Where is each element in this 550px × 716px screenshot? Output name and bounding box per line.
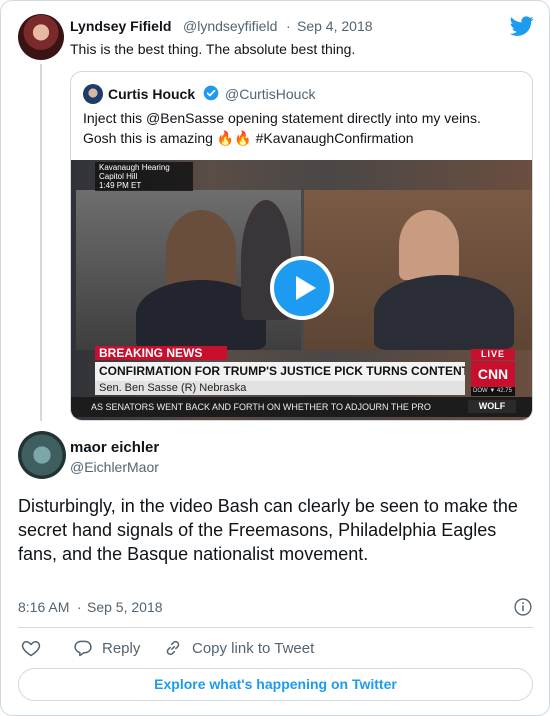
thread-line (40, 64, 42, 421)
quoted-tweet-text-line1: Inject this @BenSasse opening statement … (83, 110, 481, 126)
reply-author-handle[interactable]: @EichlerMaor (70, 459, 159, 475)
tweet-embed-card: Lyndsey Fifield @lyndseyfifield · Sep 4,… (0, 0, 550, 716)
video-name-strip: Sen. Ben Sasse (R) Nebraska (95, 381, 465, 395)
verified-badge-icon (203, 85, 219, 101)
video-hearing-label: Kavanaugh Hearing Capitol Hill 1:49 PM E… (95, 162, 193, 191)
reply-button[interactable]: Reply (73, 637, 140, 659)
author-handle[interactable]: @lyndseyfifield (183, 18, 277, 34)
author-name[interactable]: Lyndsey Fifield (70, 18, 171, 34)
twitter-bird-icon[interactable] (510, 14, 534, 38)
copy-link-button[interactable]: Copy link to Tweet (163, 637, 314, 659)
video-person (399, 210, 459, 280)
reply-author-name[interactable]: maor eichler (70, 439, 159, 456)
divider (18, 627, 533, 628)
video-player[interactable]: Kavanaugh Hearing Capitol Hill 1:49 PM E… (71, 160, 532, 420)
video-person (166, 210, 236, 290)
reply-icon (74, 640, 92, 657)
info-icon[interactable] (513, 597, 533, 617)
video-left-panel (76, 190, 301, 350)
avatar[interactable] (18, 14, 64, 60)
reply-label: Reply (102, 639, 141, 657)
quoted-tweet[interactable]: Curtis Houck @CurtisHouck Inject this @B… (70, 71, 533, 421)
cnn-logo: CNN (471, 361, 515, 387)
video-ticker: AS SENATORS WENT BACK AND FORTH ON WHETH… (71, 397, 532, 417)
avatar[interactable] (18, 431, 66, 479)
explore-twitter-button[interactable]: Explore what's happening on Twitter (18, 668, 533, 701)
live-badge: LIVE (471, 349, 515, 360)
play-icon (296, 276, 316, 300)
reply-time[interactable]: 8:16 AM (18, 599, 69, 615)
avatar[interactable] (83, 84, 103, 104)
tweet-text: This is the best thing. The absolute bes… (70, 41, 356, 57)
link-icon (166, 640, 180, 656)
like-button[interactable] (21, 637, 41, 659)
reply-date[interactable]: Sep 5, 2018 (87, 599, 163, 615)
play-button[interactable] (270, 256, 334, 320)
heart-icon (21, 641, 41, 657)
video-right-panel (304, 190, 532, 350)
meta-separator: · (77, 599, 82, 615)
video-headline: CONFIRMATION FOR TRUMP'S JUSTICE PICK TU… (95, 362, 465, 381)
quoted-author-name[interactable]: Curtis Houck (108, 86, 195, 102)
quoted-tweet-text-line2: Gosh this is amazing 🔥🔥 #KavanaughConfir… (83, 130, 414, 146)
quoted-author-handle[interactable]: @CurtisHouck (225, 86, 315, 102)
meta-separator: · (286, 18, 291, 34)
video-label-time: 1:49 PM ET (99, 181, 142, 190)
copy-link-label: Copy link to Tweet (192, 639, 315, 657)
tweet-date[interactable]: Sep 4, 2018 (297, 18, 373, 34)
video-person (374, 275, 514, 350)
reply-text: Disturbingly, in the video Bash can clea… (18, 496, 518, 564)
video-label-line: Capitol Hill (99, 172, 138, 181)
dow-ticker: DOW ▼ 42.75 (471, 387, 515, 396)
breaking-news-banner: BREAKING NEWS (95, 346, 227, 360)
video-label-line: Kavanaugh Hearing (99, 163, 170, 172)
show-tag: WOLF (468, 400, 516, 413)
